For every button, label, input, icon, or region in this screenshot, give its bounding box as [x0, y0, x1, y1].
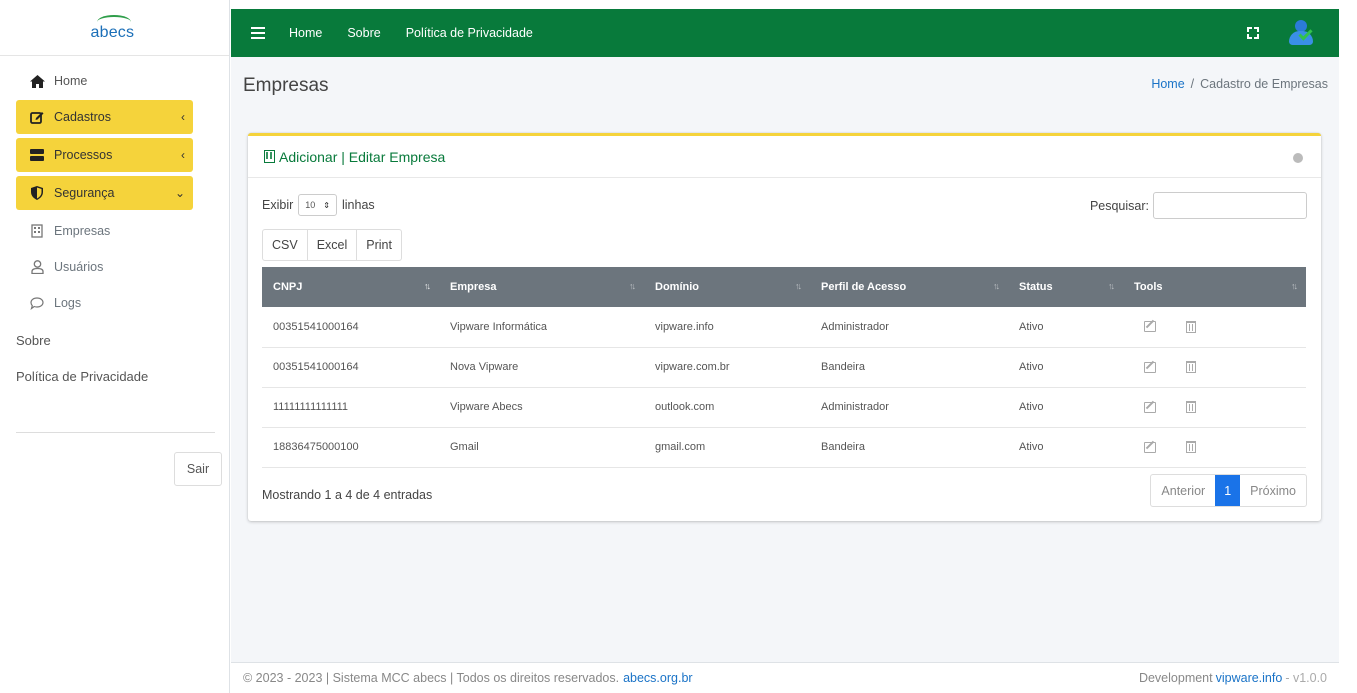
csv-button[interactable]: CSV	[263, 230, 308, 260]
breadcrumb-home[interactable]: Home	[1151, 77, 1184, 91]
breadcrumb-separator: /	[1190, 77, 1195, 91]
chevron-left-icon: ‹	[181, 148, 185, 162]
column-header-dominio[interactable]: Domínio ↑↓	[644, 267, 810, 307]
footer-link[interactable]: abecs.org.br	[623, 671, 692, 685]
chevron-left-icon: ‹	[181, 110, 185, 124]
search-control: Pesquisar:	[1090, 192, 1307, 219]
chevron-down-icon: ⌄	[174, 186, 185, 200]
breadcrumb: Home / Cadastro de Empresas	[1151, 77, 1328, 91]
footer-dev-link[interactable]: vipware.info	[1216, 671, 1283, 685]
table-row: 00351541000164 Vipware Informática vipwa…	[262, 307, 1306, 347]
trash-icon[interactable]	[1186, 401, 1196, 413]
brand-logo: abecs	[75, 10, 155, 46]
user-icon	[26, 260, 48, 274]
column-header-empresa[interactable]: Empresa ↑↓	[439, 267, 644, 307]
search-input[interactable]	[1153, 192, 1307, 219]
sidebar-item-seguranca[interactable]: Segurança ⌄	[16, 176, 193, 210]
sidebar-item-usuarios[interactable]: Usuários	[16, 250, 192, 284]
length-control: Exibir 10 ⇕ linhas	[262, 194, 375, 216]
sort-icon: ↑↓	[424, 281, 431, 291]
linhas-label: linhas	[341, 198, 375, 212]
menu-toggle-icon[interactable]	[251, 27, 265, 39]
pagination-prev[interactable]: Anterior	[1151, 475, 1215, 506]
trash-icon[interactable]	[1186, 361, 1196, 373]
excel-button[interactable]: Excel	[308, 230, 358, 260]
sort-icon: ↑↓	[1108, 281, 1115, 291]
table-row: 00351541000164 Nova Vipware vipware.com.…	[262, 347, 1306, 387]
main-content: Empresas Home / Cadastro de Empresas Adici…	[231, 57, 1339, 662]
edit-icon	[26, 110, 48, 124]
sort-icon: ↑↓	[1291, 281, 1298, 291]
shield-icon	[26, 186, 48, 200]
card-title: Adicionar | Editar Empresa	[264, 149, 445, 165]
topnav-home-link[interactable]: Home	[289, 26, 322, 40]
edit-icon[interactable]	[1144, 321, 1156, 333]
print-button[interactable]: Print	[357, 230, 401, 260]
logout-button[interactable]: Sair	[174, 452, 222, 486]
exibir-label: Exibir	[262, 198, 294, 212]
footer: © 2023 - 2023 | Sistema MCC abecs | Todo…	[231, 662, 1339, 693]
card-collapse-icon[interactable]	[1293, 153, 1303, 163]
server-icon	[26, 149, 48, 161]
page-title: Empresas	[243, 75, 329, 96]
scrollbar[interactable]	[1339, 0, 1357, 693]
pagination-next[interactable]: Próximo	[1240, 475, 1306, 506]
card-header: Adicionar | Editar Empresa	[248, 136, 1321, 178]
trash-icon[interactable]	[1186, 320, 1196, 333]
sidebar-item-empresas[interactable]: Empresas	[16, 214, 192, 248]
export-buttons: CSV Excel Print	[262, 229, 402, 261]
page-size-select[interactable]: 10 ⇕	[298, 194, 337, 216]
sidebar-item-cadastros[interactable]: Cadastros ‹	[16, 100, 193, 134]
empresas-card: Adicionar | Editar Empresa Exibir 10 ⇕ li…	[248, 133, 1321, 521]
column-header-status[interactable]: Status ↑↓	[1008, 267, 1123, 307]
sort-icon: ↑↓	[993, 281, 1000, 291]
table-row: 18836475000100 Gmail gmail.com Bandeira …	[262, 427, 1306, 467]
edit-icon[interactable]	[1144, 361, 1156, 373]
sidebar-item-processos[interactable]: Processos ‹	[16, 138, 193, 172]
column-header-perfil[interactable]: Perfil de Acesso ↑↓	[810, 267, 1008, 307]
footer-version: - v1.0.0	[1285, 671, 1327, 685]
sidebar-nav: Home Cadastros ‹ Processos ‹ Segurança ⌄	[0, 56, 229, 394]
chat-icon	[26, 296, 48, 310]
trash-icon[interactable]	[1186, 441, 1196, 453]
brand[interactable]: abecs	[0, 0, 229, 56]
home-icon	[26, 74, 48, 88]
edit-icon[interactable]	[1144, 441, 1156, 453]
top-navbar: Home Sobre Política de Privacidade	[231, 9, 1339, 57]
sidebar-item-privacidade[interactable]: Política de Privacidade	[0, 358, 229, 394]
pagination-page[interactable]: 1	[1215, 475, 1241, 506]
edit-icon[interactable]	[1144, 401, 1156, 413]
user-avatar[interactable]	[1287, 18, 1317, 48]
sort-icon: ↑↓	[629, 281, 636, 291]
sidebar-item-logs[interactable]: Logs	[16, 286, 192, 320]
topnav-sobre-link[interactable]: Sobre	[347, 26, 380, 40]
topnav-privacidade-link[interactable]: Política de Privacidade	[406, 26, 533, 40]
sidebar-item-home[interactable]: Home	[16, 64, 192, 98]
table-header-row: CNPJ ↑↓ Empresa ↑↓ Domínio ↑↓ Perfil de Ace…	[262, 267, 1306, 307]
table-info: Mostrando 1 a 4 de 4 entradas	[262, 488, 433, 502]
breadcrumb-current: Cadastro de Empresas	[1200, 77, 1328, 91]
building-icon	[264, 150, 275, 163]
pagination: Anterior 1 Próximo	[1150, 474, 1307, 507]
column-header-cnpj[interactable]: CNPJ ↑↓	[262, 267, 439, 307]
footer-text: © 2023 - 2023 | Sistema MCC abecs | Todo…	[243, 671, 620, 685]
empresas-table: CNPJ ↑↓ Empresa ↑↓ Domínio ↑↓ Perfil de Ace…	[262, 267, 1306, 468]
sort-icon: ↑↓	[795, 281, 802, 291]
table-row: 11111111111111 Vipware Abecs outlook.com…	[262, 387, 1306, 427]
sidebar: abecs Home Cadastros ‹ Processos ‹ Segur…	[0, 0, 230, 693]
search-label: Pesquisar:	[1089, 198, 1149, 213]
sidebar-item-sobre[interactable]: Sobre	[0, 322, 229, 358]
select-arrows-icon: ⇕	[323, 200, 330, 210]
footer-dev-label: Development	[1138, 671, 1213, 685]
fullscreen-icon[interactable]	[1247, 27, 1259, 39]
building-icon	[26, 224, 48, 238]
sidebar-divider	[16, 432, 215, 433]
brand-name: abecs	[90, 23, 135, 41]
column-header-tools[interactable]: Tools ↑↓	[1123, 267, 1306, 307]
